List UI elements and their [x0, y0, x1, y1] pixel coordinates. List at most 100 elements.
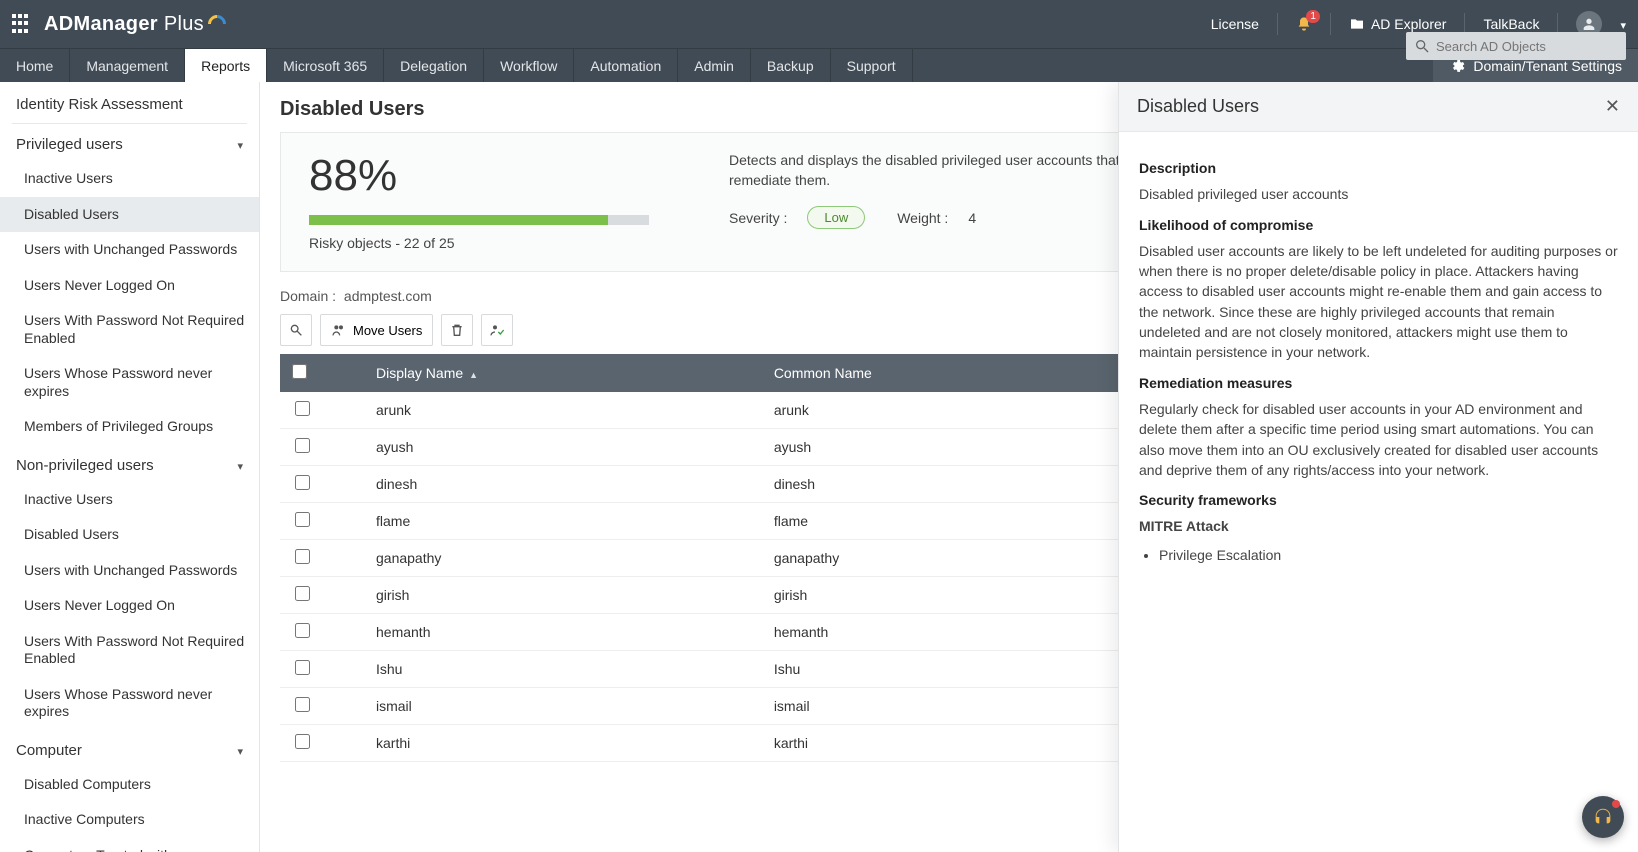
row-icon-cell [324, 466, 364, 503]
sidebar-group-non-privileged-users[interactable]: Non-privileged users [0, 445, 259, 482]
delete-button[interactable] [441, 314, 473, 346]
tab-admin[interactable]: Admin [678, 49, 751, 82]
cell-common-name: ayush [762, 429, 1147, 466]
details-panel: Disabled Users ✕ Description Disabled pr… [1118, 82, 1638, 852]
row-checkbox[interactable] [295, 512, 310, 527]
help-fab[interactable] [1582, 796, 1624, 838]
headset-icon [1592, 806, 1614, 828]
apps-grid-icon[interactable] [12, 14, 32, 34]
sidebar-group-privileged-users[interactable]: Privileged users [0, 124, 259, 161]
row-checkbox[interactable] [295, 475, 310, 490]
panel-likelihood: Disabled user accounts are likely to be … [1139, 241, 1618, 363]
license-link[interactable]: License [1211, 16, 1259, 32]
cell-common-name: Ishu [762, 651, 1147, 688]
folder-icon [1349, 16, 1365, 32]
cell-display-name: girish [364, 577, 762, 614]
weight-value: 4 [968, 210, 976, 226]
notification-bell[interactable]: 1 [1296, 16, 1312, 32]
cell-display-name: ayush [364, 429, 762, 466]
panel-h-remediation: Remediation measures [1139, 373, 1618, 393]
sidebar-item[interactable]: Inactive Users [0, 482, 259, 518]
sidebar-item[interactable]: Users Never Logged On [0, 588, 259, 624]
icon-header [324, 354, 364, 392]
main-content: Disabled Users Dashboard 88% Risky objec… [260, 82, 1638, 852]
panel-mitre-list: Privilege Escalation [1159, 545, 1618, 565]
row-checkbox[interactable] [295, 697, 310, 712]
sidebar-item[interactable]: Disabled Computers [0, 767, 259, 803]
row-checkbox[interactable] [295, 734, 310, 749]
enable-button[interactable] [481, 314, 513, 346]
sidebar-item[interactable]: Users With Password Not Required Enabled [0, 303, 259, 356]
page-title: Disabled Users [280, 98, 425, 121]
tab-automation[interactable]: Automation [574, 49, 678, 82]
domain-value: admptest.com [344, 288, 432, 304]
sidebar-item[interactable]: Computers Trusted with Unconstrained Del… [0, 838, 259, 852]
sidebar-item[interactable]: Users Whose Password never expires [0, 356, 259, 409]
move-users-button[interactable]: Move Users [320, 314, 433, 346]
tab-workflow[interactable]: Workflow [484, 49, 574, 82]
sidebar-item[interactable]: Users with Unchanged Passwords [0, 232, 259, 268]
global-search-input[interactable] [1436, 39, 1618, 54]
sidebar-item[interactable]: Users Never Logged On [0, 268, 259, 304]
panel-mitre-label: MITRE Attack [1139, 516, 1618, 536]
sidebar-item[interactable]: Members of Privileged Groups [0, 409, 259, 445]
tab-reports[interactable]: Reports [185, 49, 267, 82]
tab-microsoft-365[interactable]: Microsoft 365 [267, 49, 384, 82]
trash-icon [449, 322, 465, 338]
row-checkbox[interactable] [295, 438, 310, 453]
panel-close-button[interactable]: ✕ [1605, 96, 1620, 117]
cell-common-name: arunk [762, 392, 1147, 429]
sidebar-item[interactable]: Inactive Users [0, 161, 259, 197]
row-icon-cell [324, 688, 364, 725]
sidebar-group-computer[interactable]: Computer [0, 730, 259, 767]
tab-management[interactable]: Management [70, 49, 185, 82]
risky-objects-line: Risky objects - 22 of 25 [309, 235, 689, 251]
cell-display-name: flame [364, 503, 762, 540]
move-users-icon [331, 322, 347, 338]
tab-delegation[interactable]: Delegation [384, 49, 484, 82]
row-checkbox[interactable] [295, 660, 310, 675]
sidebar-item[interactable]: Users Whose Password never expires [0, 677, 259, 730]
cell-display-name: ismail [364, 688, 762, 725]
panel-h-description: Description [1139, 158, 1618, 178]
severity-label: Severity : [729, 210, 787, 226]
sidebar-item[interactable]: Disabled Users [0, 197, 259, 233]
panel-h-security: Security frameworks [1139, 490, 1618, 510]
row-checkbox[interactable] [295, 549, 310, 564]
tab-backup[interactable]: Backup [751, 49, 831, 82]
notification-badge: 1 [1306, 10, 1320, 23]
move-users-label: Move Users [353, 323, 422, 338]
cell-display-name: dinesh [364, 466, 762, 503]
tab-support[interactable]: Support [831, 49, 913, 82]
user-check-icon [489, 322, 505, 338]
select-all-header[interactable] [280, 354, 324, 392]
row-checkbox[interactable] [295, 623, 310, 638]
divider [1330, 13, 1331, 35]
sidebar-item[interactable]: Inactive Computers [0, 802, 259, 838]
panel-description: Disabled privileged user accounts [1139, 184, 1618, 204]
cell-display-name: ganapathy [364, 540, 762, 577]
chevron-down-icon [237, 136, 243, 153]
advanced-search-button[interactable] [280, 314, 312, 346]
row-icon-cell [324, 429, 364, 466]
risk-percent: 88% [309, 151, 689, 201]
col-common-name[interactable]: Common Name [762, 354, 1147, 392]
brand-main: ADManager [44, 13, 158, 36]
row-checkbox[interactable] [295, 401, 310, 416]
row-icon-cell [324, 651, 364, 688]
cell-common-name: karthi [762, 725, 1147, 762]
sidebar-item[interactable]: Disabled Users [0, 517, 259, 553]
tab-home[interactable]: Home [0, 49, 70, 82]
global-search[interactable] [1406, 32, 1626, 60]
select-all-checkbox[interactable] [292, 364, 307, 379]
cell-common-name: dinesh [762, 466, 1147, 503]
cell-common-name: ganapathy [762, 540, 1147, 577]
sidebar-item[interactable]: Users with Unchanged Passwords [0, 553, 259, 589]
cell-common-name: flame [762, 503, 1147, 540]
row-checkbox[interactable] [295, 586, 310, 601]
panel-title: Disabled Users [1137, 96, 1259, 117]
sidebar-item[interactable]: Users With Password Not Required Enabled [0, 624, 259, 677]
chevron-down-icon [237, 742, 243, 759]
col-display-name[interactable]: Display Name [364, 354, 762, 392]
divider [1277, 13, 1278, 35]
